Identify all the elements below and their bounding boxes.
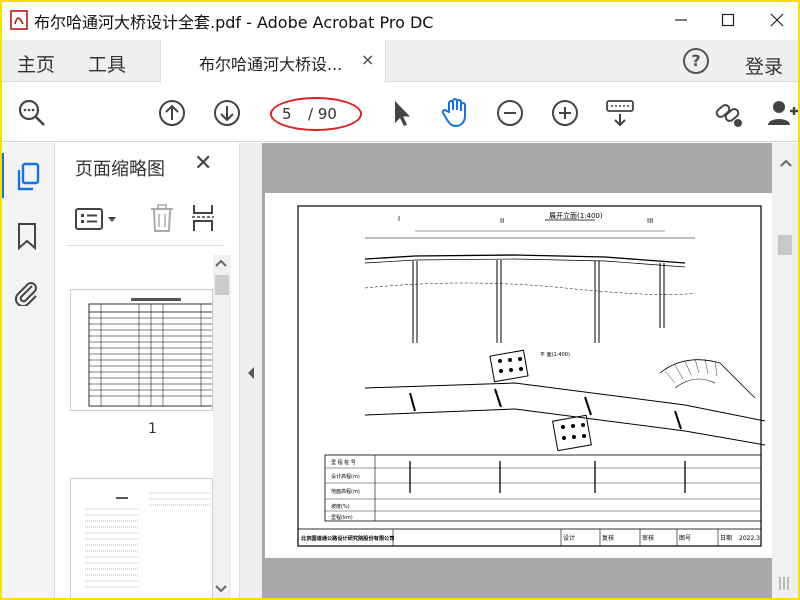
resize-grip-icon[interactable] xyxy=(776,574,794,592)
hand-tool-icon[interactable] xyxy=(439,96,471,128)
bridge-drawing: 展开立面(1:400) I II III 平 面(1:400) 里 程 桩 号 … xyxy=(297,205,766,547)
table-row-label: 设计高程(m) xyxy=(331,473,360,480)
table-row-label: 地面高程(m) xyxy=(331,488,360,495)
page-total-label: / 90 xyxy=(308,105,337,123)
thumbnail-scroll-thumb[interactable] xyxy=(215,275,229,295)
bookmark-icon[interactable] xyxy=(16,222,38,250)
minimize-button[interactable] xyxy=(658,0,704,40)
document-tab-label: 布尔哈通河大桥设... xyxy=(199,55,343,74)
select-arrow-icon[interactable] xyxy=(386,97,418,129)
menu-tools[interactable]: 工具 xyxy=(88,50,126,77)
tab-bar: 主页 工具 xyxy=(0,40,800,82)
footer-cell: 2022.3 xyxy=(739,535,760,542)
panel-divider xyxy=(66,245,224,246)
pdf-page: 展开立面(1:400) I II III 平 面(1:400) 里 程 桩 号 … xyxy=(265,193,772,558)
footer-cell: 图号 xyxy=(679,535,691,542)
close-icon xyxy=(770,13,784,27)
help-icon[interactable]: ? xyxy=(683,48,709,74)
zoom-out-icon[interactable] xyxy=(494,97,526,129)
plan-title: 平 面(1:400) xyxy=(540,352,570,358)
panel-close-button[interactable]: ✕ xyxy=(194,151,212,176)
drawing-title: 展开立面(1:400) xyxy=(549,211,603,220)
footer-cell: 复核 xyxy=(602,534,614,542)
thumbnail-page-2-preview xyxy=(85,492,211,588)
page-up-icon[interactable] xyxy=(156,97,188,129)
navigation-rail xyxy=(0,143,55,600)
share-link-icon[interactable] xyxy=(713,97,745,129)
page-down-icon[interactable] xyxy=(211,97,243,129)
title-bar: 布尔哈通河大桥设计全套.pdf - Adobe Acrobat Pro DC xyxy=(0,0,800,40)
menu-home[interactable]: 主页 xyxy=(17,50,55,77)
acrobat-app-icon xyxy=(10,10,28,30)
maximize-button[interactable] xyxy=(705,0,751,40)
section-mark-2: II xyxy=(500,217,504,225)
thumbnail-page-1[interactable] xyxy=(70,289,214,411)
zoom-in-icon[interactable] xyxy=(549,97,581,129)
section-mark-3: III xyxy=(647,217,653,225)
delete-page-icon[interactable] xyxy=(148,203,176,233)
table-row-label: 里程(km) xyxy=(331,514,353,521)
footer-cell: 日期 xyxy=(720,534,732,542)
document-scroll-thumb[interactable] xyxy=(778,235,792,255)
table-row-label: 里 程 桩 号 xyxy=(331,459,356,466)
rotate-page-icon[interactable] xyxy=(190,203,216,233)
attachment-icon[interactable] xyxy=(12,278,40,306)
page-number-input[interactable]: 5 xyxy=(282,105,292,123)
keyboard-scroll-icon[interactable] xyxy=(604,97,636,129)
minimize-icon xyxy=(675,19,687,21)
collapse-panel-arrow-icon[interactable] xyxy=(246,366,256,380)
scroll-down-arrow-icon[interactable] xyxy=(214,584,228,594)
maximize-icon xyxy=(721,13,735,27)
table-row-label: 坡度(%) xyxy=(331,503,350,510)
footer-cell: 设计 xyxy=(563,534,575,542)
doc-scroll-up-arrow-icon[interactable] xyxy=(779,158,793,168)
add-user-icon[interactable] xyxy=(766,97,798,129)
footer-cell: 审核 xyxy=(642,534,654,542)
footer-company: 北京国道通公路设计研究院股份有限公司 xyxy=(301,534,394,542)
thumbnail-scrollbar[interactable] xyxy=(213,255,231,600)
login-button[interactable]: 登录 xyxy=(745,52,783,79)
document-tab-close-button[interactable]: × xyxy=(361,50,374,69)
window-title: 布尔哈通河大桥设计全套.pdf - Adobe Acrobat Pro DC xyxy=(34,13,434,32)
thumbnail-options-icon[interactable] xyxy=(74,206,120,232)
thumbnail-page-2[interactable] xyxy=(70,478,213,600)
zoom-search-icon[interactable] xyxy=(16,97,48,129)
document-scrollbar[interactable] xyxy=(772,143,800,600)
rail-active-indicator xyxy=(0,153,4,198)
close-window-button[interactable] xyxy=(754,0,800,40)
section-mark-1: I xyxy=(398,215,400,223)
panel-title: 页面缩略图 xyxy=(75,159,165,180)
page-thumbnails-icon[interactable] xyxy=(14,162,42,192)
document-tab[interactable]: 布尔哈通河大桥设... × xyxy=(160,40,386,83)
thumbnail-page-1-preview xyxy=(88,298,214,407)
thumbnail-page-1-label: 1 xyxy=(148,421,157,437)
scroll-up-arrow-icon[interactable] xyxy=(214,258,228,268)
